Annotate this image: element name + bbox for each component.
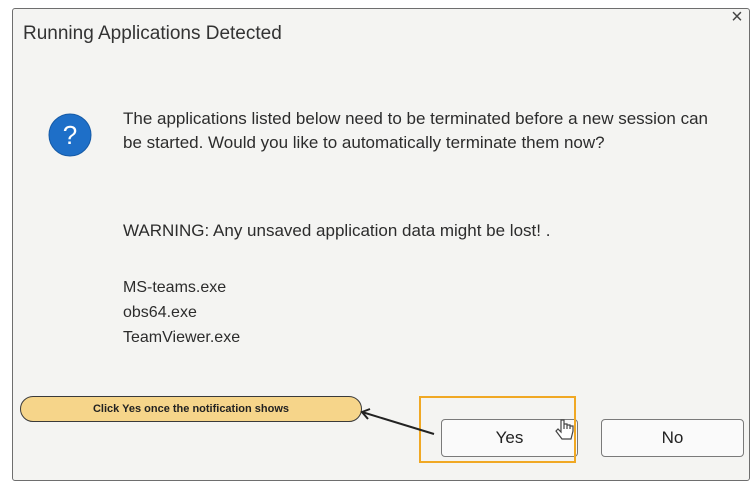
svg-text:?: ? xyxy=(63,120,77,150)
instruction-callout: Click Yes once the notification shows xyxy=(20,396,362,422)
question-icon: ? xyxy=(48,113,92,157)
close-icon[interactable]: × xyxy=(725,5,749,29)
warning-text: WARNING: Any unsaved application data mi… xyxy=(123,221,551,240)
hand-cursor-icon xyxy=(555,419,574,440)
application-list: MS-teams.exe obs64.exe TeamViewer.exe xyxy=(123,275,240,350)
no-button[interactable]: No xyxy=(601,419,744,457)
yes-button-highlight xyxy=(419,396,576,463)
dialog-title: Running Applications Detected xyxy=(23,23,282,44)
application-item: TeamViewer.exe xyxy=(123,329,241,346)
dialog-message: The applications listed below need to be… xyxy=(123,109,708,152)
application-item: obs64.exe xyxy=(123,304,197,321)
arrow-icon xyxy=(360,408,435,435)
application-item: MS-teams.exe xyxy=(123,279,227,296)
